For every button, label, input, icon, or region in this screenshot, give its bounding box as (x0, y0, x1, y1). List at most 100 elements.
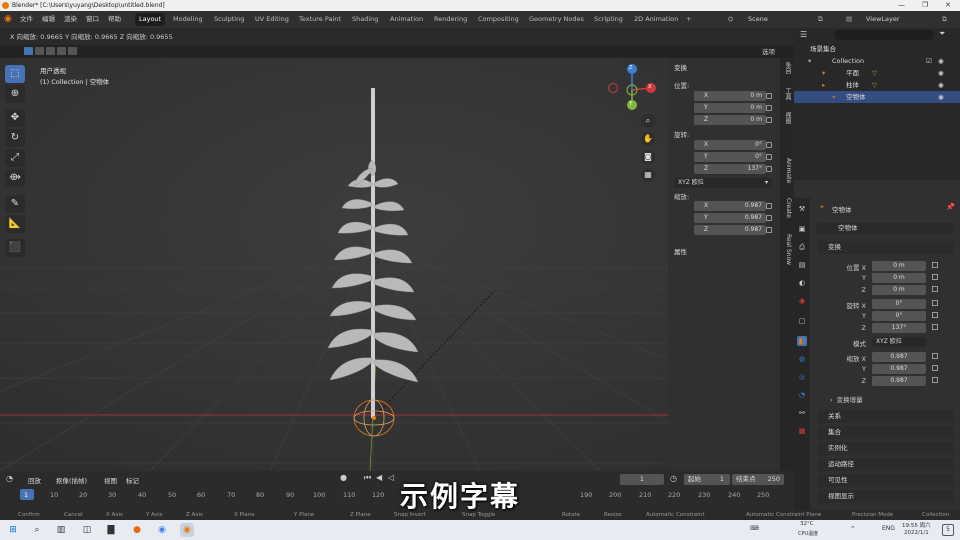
rotation-z-field[interactable]: Z 137° (694, 164, 766, 174)
tab-item[interactable]: 条目 (782, 62, 792, 74)
modifier-tab-icon[interactable]: ◍ (797, 354, 807, 364)
lock-icon[interactable] (932, 377, 938, 383)
scale-tool-icon[interactable]: ⤢ (5, 149, 25, 167)
clock-time[interactable]: 19:55 周六 (902, 521, 931, 529)
delta-transform-subpanel[interactable]: › 变换增量 (830, 394, 863, 404)
texture-tab-icon[interactable]: ▩ (797, 426, 807, 436)
lock-icon[interactable] (932, 262, 938, 268)
view-layer-tab-icon[interactable]: ▤ (797, 260, 807, 270)
menu-edit[interactable]: 编辑 (42, 11, 55, 28)
lock-icon[interactable] (766, 215, 772, 221)
zoom-icon[interactable]: ⌕ (641, 114, 655, 128)
record-icon[interactable]: ● (340, 473, 347, 482)
lock-icon[interactable] (766, 154, 772, 160)
view-layer-icon[interactable]: ▤ (846, 11, 852, 28)
task-view-icon[interactable]: ▥ (54, 523, 68, 537)
lock-icon[interactable] (932, 365, 938, 371)
move-tool-icon[interactable]: ✥ (5, 109, 25, 127)
timeline-editor-icon[interactable]: ◔ (6, 474, 13, 483)
prop-location-z[interactable]: 0 m (872, 285, 926, 295)
outliner-editor-icon[interactable]: ☰ (800, 30, 807, 39)
view-menu[interactable]: 视图 (104, 475, 117, 485)
scene-browse-icon[interactable]: ⧉ (818, 11, 823, 28)
lock-icon[interactable] (932, 286, 938, 292)
current-frame-field[interactable]: 1 (620, 474, 664, 485)
workspace-tab-texture-paint[interactable]: Texture Paint (295, 13, 345, 26)
location-x-field[interactable]: X0 m (694, 91, 766, 101)
end-frame-field[interactable]: 结束点 250 (732, 474, 784, 485)
select-mode-set-icon[interactable] (24, 47, 33, 55)
tab-view[interactable]: 视图 (782, 112, 792, 124)
outliner-row[interactable]: ▾ 平面 ▽ ◉ (794, 67, 960, 79)
menu-render[interactable]: 渲染 (64, 11, 77, 28)
transform-section[interactable]: 变换 (818, 241, 954, 254)
3d-viewport[interactable]: 用户透视 (1) Collection | 空物体 Z X Y ⌕ ✋ ◙ ▦ … (0, 58, 780, 471)
clock-date[interactable]: 2022/1/1 (904, 530, 929, 536)
world-tab-icon[interactable]: ◉ (797, 296, 807, 306)
gizmo-z-label[interactable]: Z (629, 65, 632, 71)
scale-y-field[interactable]: Y 0.987 (694, 213, 766, 223)
cursor-tool-icon[interactable]: ⊕ (5, 85, 25, 103)
prop-rotation-mode-select[interactable]: XYZ 欧拉 (872, 337, 926, 347)
output-tab-icon[interactable]: ⎙ (797, 242, 807, 252)
lock-icon[interactable] (932, 312, 938, 318)
properties-header[interactable]: 属性 (674, 246, 687, 256)
rotation-x-field[interactable]: X 0° (694, 140, 766, 150)
add-cube-tool-icon[interactable]: ⬛ (5, 239, 25, 257)
collections-section[interactable]: 集合 (818, 426, 954, 439)
scene-name[interactable]: Scene (748, 11, 768, 28)
workspace-tab-layout[interactable]: Layout (135, 13, 166, 26)
menu-window[interactable]: 窗口 (86, 11, 99, 28)
playback-menu[interactable]: 回放 (28, 475, 41, 485)
gizmo-y-label[interactable]: Y (629, 101, 632, 107)
search-icon[interactable]: ⌕ (30, 523, 44, 537)
perspective-toggle-icon[interactable]: ▦ (641, 168, 655, 182)
prop-scale-y[interactable]: 0.987 (872, 364, 926, 374)
minimize-button[interactable]: — (898, 0, 905, 11)
firefox-icon[interactable]: ● (130, 523, 144, 537)
lock-icon[interactable] (766, 166, 772, 172)
workspace-tab-uv-editing[interactable]: UV Editing (251, 13, 293, 26)
transform-tool-icon[interactable]: ⟴ (5, 169, 25, 187)
outliner-row[interactable]: ▸ 柱体 ▽ ◉ (794, 79, 960, 91)
tab-tool[interactable]: 工具 (782, 88, 792, 100)
object-tab-icon[interactable]: ◧ (797, 336, 807, 346)
scene-icon[interactable]: ⛭ (728, 11, 733, 28)
tab-real-snow[interactable]: Real Snow (782, 234, 792, 265)
workspace-tab-2d-animation[interactable]: 2D Animation (630, 13, 682, 26)
outliner-row[interactable]: ▾ Collection ☑ ◉ (794, 55, 960, 67)
close-button[interactable]: ✕ (945, 0, 951, 11)
visibility-section[interactable]: 可见性 (818, 474, 954, 487)
viewport-display-section[interactable]: 视图显示 (818, 490, 954, 503)
select-mode-invert-icon[interactable] (57, 47, 66, 55)
tab-animate[interactable]: Animate (782, 158, 792, 183)
prop-rotation-y[interactable]: 0° (872, 311, 926, 321)
view-layer-name[interactable]: ViewLayer (866, 11, 900, 28)
language-indicator[interactable]: ENG (882, 525, 895, 532)
physics-tab-icon[interactable]: ◔ (797, 390, 807, 400)
filter-icon[interactable]: ⏷ (939, 29, 945, 39)
prop-scale-z[interactable]: 0.987 (872, 376, 926, 386)
keying-menu[interactable]: 抠像(插帧) (56, 475, 87, 485)
gizmo-x-label[interactable]: X (648, 84, 651, 90)
play-reverse-icon[interactable]: ◁ (388, 473, 394, 482)
lock-icon[interactable] (932, 300, 938, 306)
workspace-tab-scripting[interactable]: Scripting (590, 13, 627, 26)
step-back-icon[interactable]: ◀ (376, 473, 382, 482)
camera-view-icon[interactable]: ◙ (641, 150, 655, 164)
options-dropdown[interactable]: 选项 (762, 46, 775, 56)
ime-icon[interactable]: ⌨ (750, 525, 759, 532)
rotation-mode-select[interactable]: XYZ 欧拉 ▾ (674, 178, 772, 188)
chrome-icon[interactable]: ◉ (155, 523, 169, 537)
collection-tab-icon[interactable]: ▢ (797, 316, 807, 326)
outliner-search-input[interactable] (834, 30, 934, 40)
select-mode-subtract-icon[interactable] (46, 47, 55, 55)
render-tab-icon[interactable]: ▣ (797, 224, 807, 234)
notification-badge[interactable]: 5 (942, 524, 954, 536)
lock-icon[interactable] (932, 324, 938, 330)
select-mode-intersect-icon[interactable] (68, 47, 77, 55)
rotate-tool-icon[interactable]: ↻ (5, 129, 25, 147)
blender-taskbar-icon[interactable]: ◉ (180, 523, 194, 537)
file-explorer-icon[interactable]: ▇ (104, 523, 118, 537)
workspace-tab-geometry-nodes[interactable]: Geometry Nodes (525, 13, 588, 26)
